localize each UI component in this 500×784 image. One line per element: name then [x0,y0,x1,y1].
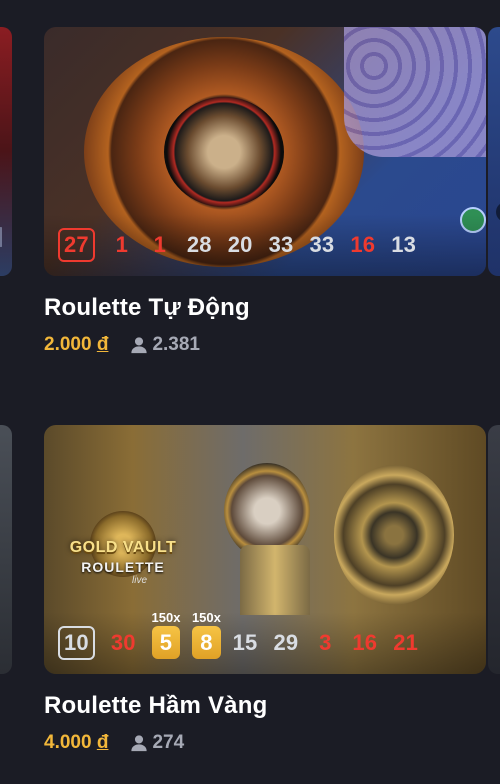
user-icon [131,337,148,354]
result-number: 33 [268,232,294,257]
game-title[interactable]: Roulette Tự Động [44,294,486,322]
recent-results: 10 30 150x 5 150x 8 15 29 3 16 21 [44,610,486,674]
result-number: 15 [232,630,258,655]
result-number: 33 [309,232,335,257]
result-number: 28 [186,232,212,257]
logo-line2: ROULETTE [81,559,165,575]
multiplier-result: 150x 8 [192,610,221,659]
result-number: 27 [58,228,95,262]
result-number: 5 [151,626,181,659]
result-number: 16 [350,232,376,257]
multiplier-label: 150x [151,610,181,625]
result-number: 16 [352,630,378,655]
player-count-value: 2.381 [152,334,200,355]
player-count: 274 [130,732,184,754]
min-bet: 4.000 đ [44,732,108,754]
currency-symbol: đ [96,732,109,753]
chevron-icon [0,227,10,247]
chip-stack-image [344,27,486,157]
result-number: 20 [227,232,253,257]
min-bet: 2.000 đ [44,334,108,356]
prev-card-peek[interactable] [0,27,12,276]
result-number: 29 [273,630,299,655]
logo-line1: GOLD VAULT [69,539,177,556]
next-card-peek[interactable]: › [488,27,500,276]
chevron-icon: › [496,202,500,222]
player-count-value: 274 [152,732,185,753]
game-thumbnail[interactable]: 27 1 1 28 20 33 33 16 13 [44,27,486,276]
roulette-pedestal-image [240,545,310,615]
currency-symbol: đ [96,334,109,355]
result-number: 13 [391,232,417,257]
min-bet-value: 2.000 [44,334,92,355]
game-meta: 2.000 đ 2.381 [44,334,486,356]
result-number: 30 [110,630,136,655]
vault-door-image [334,465,454,605]
game-list: › 27 11 28 20 33 33 16 13 Roulette Tự Động 2.00… [0,0,500,784]
logo-line3: live [132,575,148,586]
prev-card-peek[interactable] [0,425,12,674]
game-title[interactable]: Roulette Hầm Vàng [44,692,486,720]
result-number: 1 [153,232,167,257]
result-number: 3 [319,630,332,655]
result-number: 21 [393,630,419,655]
user-icon [131,735,148,752]
gold-vault-logo: GOLD VAULT ROULETTE live [56,511,190,595]
result-number: 10 [58,626,95,660]
player-count: 2.381 [130,334,200,356]
roulette-center-image [164,97,284,207]
recent-results: 27 1 1 28 20 33 33 16 13 [44,214,486,276]
game-thumbnail[interactable]: GOLD VAULT ROULETTE live 10 30 150x 5 150x 8 1… [44,425,486,674]
next-card-peek[interactable] [488,425,500,674]
game-meta: 4.000 đ 274 [44,732,486,754]
game-card-roulette-auto[interactable]: 27 1 1 28 20 33 33 16 13 Roulette Tự Động 2.000 … [44,27,486,356]
min-bet-value: 4.000 [44,732,92,753]
game-card-roulette-gold-vault[interactable]: GOLD VAULT ROULETTE live 10 30 150x 5 150x 8 1… [44,425,486,754]
result-number: 8 [192,626,221,659]
multiplier-label: 150x [191,610,221,625]
multiplier-result: 150x 5 [152,610,180,659]
result-number: 1 [115,232,129,257]
